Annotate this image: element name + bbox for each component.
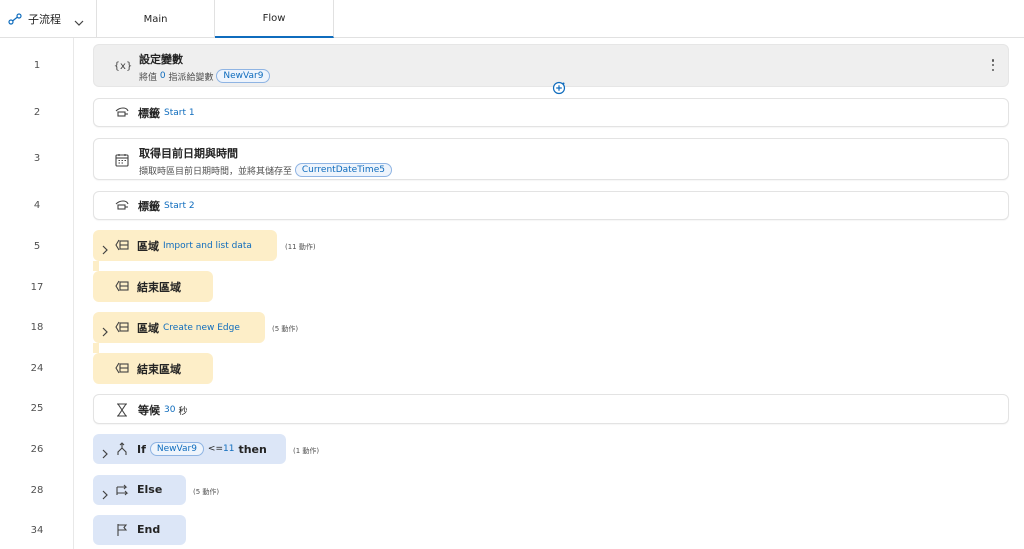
tab-flow[interactable]: Flow (215, 0, 334, 38)
then-keyword: then (238, 442, 267, 456)
region-icon (114, 360, 130, 376)
variable-pill[interactable]: NewVar9 (216, 69, 271, 83)
line-number: 24 (30, 363, 44, 374)
region-icon (114, 237, 130, 253)
chevron-right-icon[interactable] (101, 485, 109, 500)
region-name: Import and list data (163, 241, 252, 251)
line-number: 17 (30, 282, 44, 293)
action-set-variable[interactable]: {x} 設定變數 將值 0 指派給變數 NewVar9 (93, 44, 1009, 87)
subflow-icon (8, 13, 22, 25)
action-title: If (137, 442, 146, 456)
wait-unit: 秒 (178, 406, 188, 417)
action-if[interactable]: If NewVar9 <= 11 then (93, 434, 286, 464)
variable-pill[interactable]: NewVar9 (149, 442, 204, 456)
action-title: 區域 (137, 322, 159, 335)
line-number: 4 (33, 200, 41, 211)
action-title: 等候 (138, 404, 160, 417)
chevron-right-icon[interactable] (101, 444, 109, 459)
line-number: 1 (33, 60, 41, 71)
subflows-label: 子流程 (28, 13, 61, 26)
line-number: 26 (30, 444, 44, 455)
operand: 11 (223, 444, 235, 454)
chevron-right-icon[interactable] (101, 322, 109, 337)
operator: <= (207, 444, 224, 454)
action-title: 標籤 (138, 107, 160, 120)
action-count: (5 動作) (193, 488, 220, 496)
action-title: 結束區域 (137, 281, 181, 294)
region-connector (93, 261, 99, 271)
action-count: (5 動作) (272, 325, 299, 333)
label-name: Start 1 (164, 108, 195, 118)
variable-pill[interactable]: CurrentDateTime5 (294, 163, 392, 177)
label-icon (114, 105, 130, 121)
region-icon (114, 319, 130, 335)
chevron-down-icon (74, 13, 84, 32)
add-action-icon[interactable] (552, 80, 566, 95)
action-wait[interactable]: 等候 30 秒 (93, 394, 1009, 424)
tab-main[interactable]: Main (97, 0, 215, 38)
region-connector (93, 343, 99, 353)
line-number: 18 (30, 322, 44, 333)
calendar-icon (114, 152, 130, 168)
line-number: 34 (30, 525, 44, 536)
action-title: 結束區域 (137, 363, 181, 376)
action-else[interactable]: Else (93, 475, 186, 505)
action-title: 標籤 (138, 200, 160, 213)
region-icon (114, 278, 130, 294)
action-end-region[interactable]: 結束區域 (93, 353, 213, 384)
chevron-right-icon[interactable] (101, 240, 109, 255)
top-bar: 子流程 Main Flow (0, 0, 1024, 38)
action-count: (11 動作) (285, 243, 316, 251)
action-title: Else (137, 483, 163, 496)
action-label[interactable]: 標籤 Start 2 (93, 191, 1009, 220)
action-region[interactable]: 區域 Import and list data (93, 230, 277, 261)
variable-icon: {x} (113, 60, 133, 72)
subflows-dropdown[interactable]: 子流程 (0, 0, 97, 38)
action-end-region[interactable]: 結束區域 (93, 271, 213, 302)
action-label[interactable]: 標籤 Start 1 (93, 98, 1009, 127)
if-icon (114, 441, 130, 457)
line-number: 28 (30, 485, 44, 496)
line-number: 3 (33, 153, 41, 164)
else-icon (114, 482, 130, 498)
action-end[interactable]: End (93, 515, 186, 545)
label-name: Start 2 (164, 201, 195, 211)
action-subtitle: 擷取時區目前日期時間，並將其儲存至 CurrentDateTime5 (139, 163, 392, 177)
line-number: 2 (33, 107, 41, 118)
action-region[interactable]: 區域 Create new Edge (93, 312, 265, 343)
line-number: 25 (30, 403, 44, 414)
action-get-datetime[interactable]: 取得目前日期與時間 擷取時區目前日期時間，並將其儲存至 CurrentDateT… (93, 138, 1009, 180)
region-name: Create new Edge (163, 323, 240, 333)
action-title: 區域 (137, 240, 159, 253)
action-title: End (137, 523, 161, 536)
action-title: 設定變數 (139, 53, 183, 66)
wait-value: 30 (164, 405, 176, 415)
more-options-icon[interactable] (988, 57, 998, 73)
flag-icon (114, 522, 130, 538)
hourglass-icon (114, 402, 130, 418)
line-number: 5 (33, 241, 41, 252)
label-icon (114, 198, 130, 214)
action-count: (1 動作) (293, 447, 320, 455)
action-title: 取得目前日期與時間 (139, 147, 238, 160)
action-subtitle: 將值 0 指派給變數 NewVar9 (139, 69, 271, 83)
